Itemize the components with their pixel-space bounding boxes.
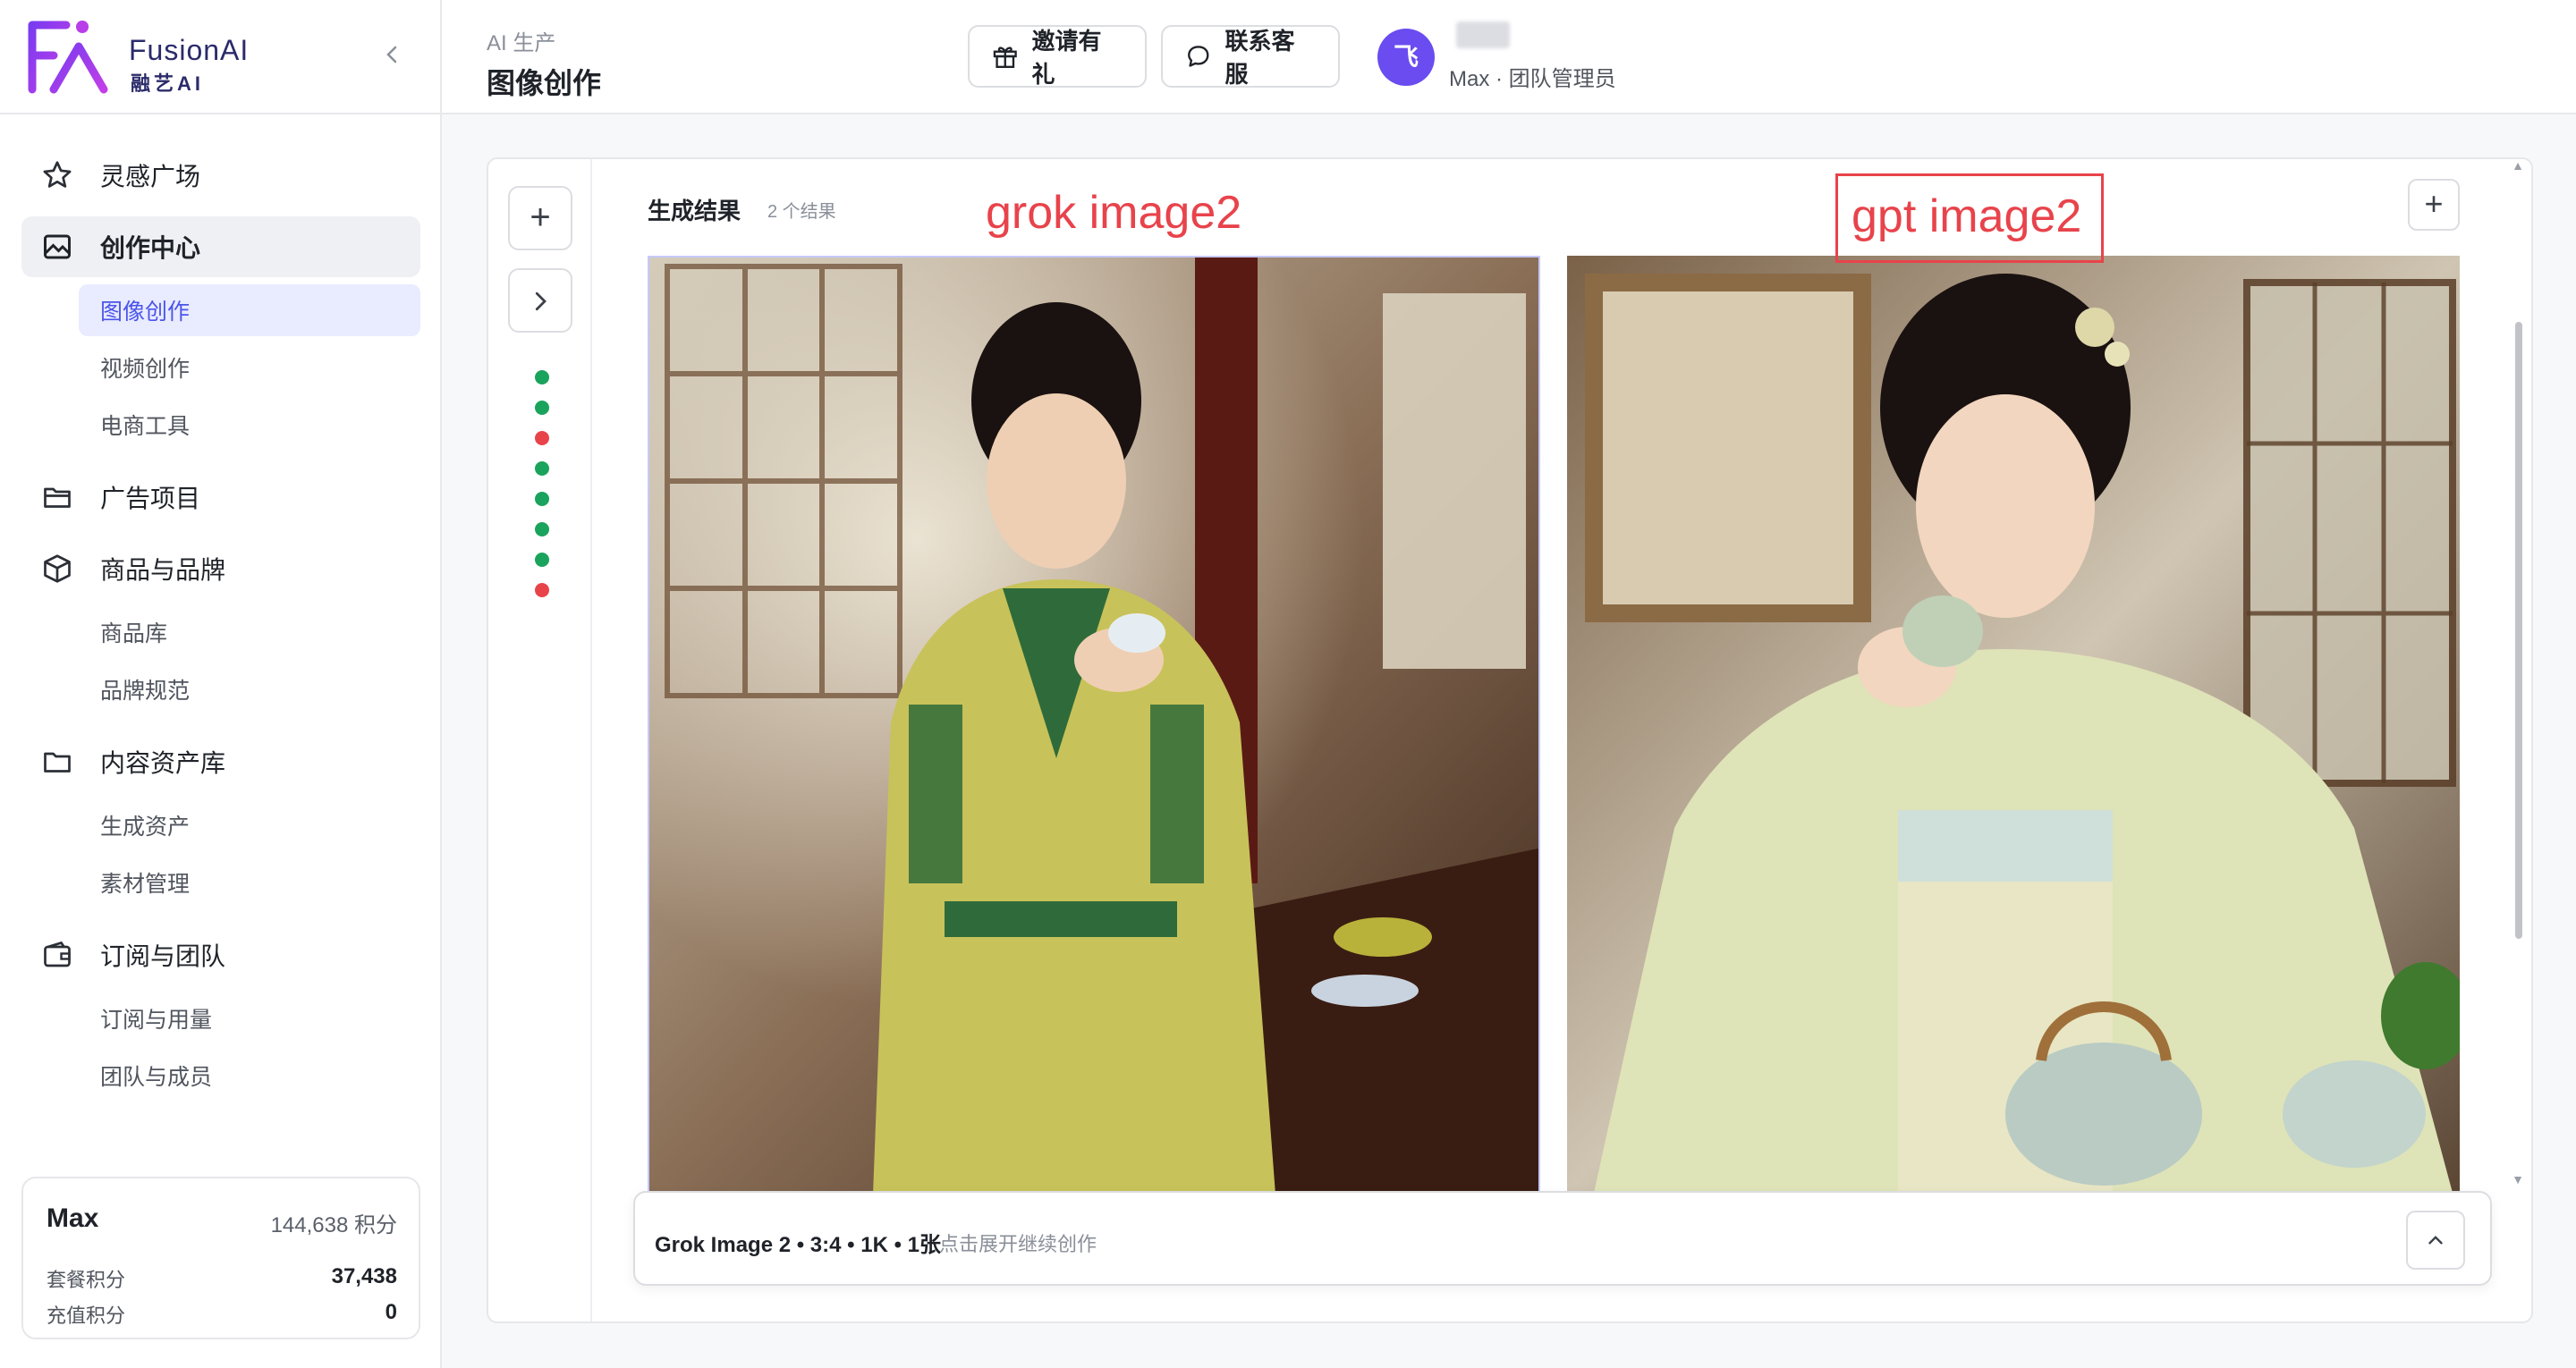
sidebar-item-ad-projects[interactable]: 广告项目 (21, 467, 420, 528)
portrait-image (1567, 256, 2460, 1193)
model-settings-summary[interactable]: Grok Image 2 • 3:4 • 1K • 1张 (655, 1227, 941, 1258)
add-result-button[interactable]: + (2408, 179, 2460, 231)
contact-support-button[interactable]: 联系客服 (1161, 25, 1340, 88)
sidebar-sub-image-creation[interactable]: 图像创作 (79, 284, 420, 336)
sidebar-sub-label: 视频创作 (100, 357, 191, 382)
sidebar-sub-label: 团队与成员 (100, 1065, 213, 1090)
plan-credits-row: 套餐积分 37,438 (47, 1264, 397, 1291)
invite-button[interactable]: 邀请有礼 (968, 25, 1147, 88)
sidebar-sub-generated-assets[interactable]: 生成资产 (79, 799, 420, 851)
scroll-down-arrow[interactable]: ▼ (2512, 1173, 2524, 1186)
sidebar-item-label: 灵感广场 (100, 163, 201, 190)
brand-name: FusionAI (129, 34, 250, 66)
task-status-dot[interactable] (535, 583, 549, 597)
composer-hint: 点击展开继续创作 (939, 1233, 1097, 1255)
results-count: 2 个结果 (767, 202, 836, 222)
chevron-left-icon (386, 46, 397, 63)
task-status-dot[interactable] (535, 522, 549, 536)
sidebar-item-label: 创作中心 (100, 234, 201, 262)
sidebar-item-products-brands[interactable]: 商品与品牌 (21, 538, 420, 599)
sidebar-sub-label: 商品库 (100, 621, 168, 646)
new-task-button[interactable]: + (508, 186, 572, 250)
sidebar-sub-product-library[interactable]: 商品库 (79, 606, 420, 658)
sidebar-sub-label: 订阅与用量 (100, 1008, 213, 1033)
image-icon (39, 229, 75, 265)
credits-card[interactable]: Max 144,638 积分 套餐积分 37,438 充值积分 0 (21, 1177, 420, 1339)
sidebar-item-inspiration[interactable]: 灵感广场 (21, 145, 420, 206)
composer-bar[interactable]: Grok Image 2 • 3:4 • 1K • 1张 点击展开继续创作 (633, 1191, 2492, 1286)
user-role: Max · 团队管理员 (1449, 67, 1616, 91)
sidebar-sub-ecommerce-tools[interactable]: 电商工具 (79, 399, 420, 451)
task-status-dot[interactable] (535, 401, 549, 415)
gift-icon (993, 46, 1017, 69)
scrollbar-thumb[interactable] (2515, 322, 2522, 939)
sidebar-sub-label: 品牌规范 (100, 679, 191, 704)
sidebar-sub-material-management[interactable]: 素材管理 (79, 857, 420, 908)
task-status-dot[interactable] (535, 461, 549, 476)
sidebar-sub-label: 图像创作 (100, 300, 191, 325)
task-status-dot[interactable] (535, 553, 549, 567)
wallet-icon (39, 937, 75, 973)
page-title: 图像创作 (487, 67, 602, 99)
task-status-dot[interactable] (535, 492, 549, 506)
scroll-up-arrow[interactable]: ▲ (2512, 159, 2524, 172)
credits-user-name: Max (47, 1203, 99, 1233)
task-status-dot[interactable] (535, 431, 549, 445)
divider (0, 113, 442, 114)
results-title: 生成结果 (648, 198, 741, 224)
fusionai-logo[interactable] (27, 16, 134, 98)
support-label: 联系客服 (1224, 28, 1295, 88)
folder-open-icon (39, 479, 75, 515)
chat-bubble-icon (1188, 46, 1209, 67)
breadcrumb[interactable]: AI 生产 (487, 25, 555, 56)
box-icon (39, 551, 75, 587)
sidebar-sub-video-creation[interactable]: 视频创作 (79, 342, 420, 393)
chevron-up-icon (2428, 1236, 2443, 1245)
star-icon (39, 157, 75, 193)
sidebar-sub-label: 电商工具 (100, 414, 191, 439)
sidebar-sub-team-members[interactable]: 团队与成员 (79, 1050, 420, 1102)
brand-subtitle: 融艺AI (131, 72, 205, 95)
topup-credits-label: 充值积分 (47, 1305, 126, 1327)
sidebar-sub-subscription-usage[interactable]: 订阅与用量 (79, 992, 420, 1044)
sidebar-sub-label: 素材管理 (100, 872, 191, 897)
topup-credits-row: 充值积分 0 (47, 1300, 397, 1327)
expand-panel-button[interactable] (508, 268, 572, 333)
portrait-image (649, 258, 1538, 1191)
chevron-right-icon (535, 291, 547, 311)
invite-label: 邀请有礼 (1031, 28, 1102, 88)
sidebar-item-content-assets[interactable]: 内容资产库 (21, 731, 420, 792)
sidebar-item-label: 订阅与团队 (100, 942, 226, 970)
sidebar-item-creation-center[interactable]: 创作中心 (21, 216, 420, 277)
expand-composer-button[interactable] (2406, 1211, 2465, 1270)
topup-credits-value: 0 (385, 1300, 397, 1324)
annotation-gpt: gpt image2 (1852, 190, 2082, 242)
sidebar-item-label: 商品与品牌 (100, 556, 226, 584)
result-image-gpt[interactable] (1567, 256, 2460, 1193)
tool-column: + (488, 159, 592, 1322)
annotation-grok: grok image2 (986, 187, 1242, 239)
task-status-dot[interactable] (535, 370, 549, 384)
username-redacted (1456, 21, 1510, 48)
sidebar-sub-label: 生成资产 (100, 815, 191, 840)
plan-credits-label: 套餐积分 (47, 1269, 126, 1291)
generation-panel: + 生成结果 2 个结果 + grok image2 gpt image2 ▲ … (487, 157, 2533, 1323)
folder-icon (39, 744, 75, 780)
sidebar-sub-brand-guidelines[interactable]: 品牌规范 (79, 663, 420, 715)
sidebar-item-subscription-team[interactable]: 订阅与团队 (21, 925, 420, 985)
credits-total: 144,638 积分 (270, 1213, 397, 1237)
plan-credits-value: 37,438 (331, 1264, 397, 1288)
avatar[interactable]: 飞 (1377, 29, 1435, 86)
sidebar-item-label: 内容资产库 (100, 749, 226, 777)
collapse-sidebar-button[interactable] (381, 41, 402, 68)
top-header: AI 生产 图像创作 邀请有礼 联系客服 飞 Max · 团队管理员 (442, 0, 2576, 114)
result-image-grok[interactable] (648, 256, 1540, 1193)
sidebar: FusionAI 融艺AI 灵感广场 创作中心 图像创作 视频创作 电商工具 广… (0, 0, 442, 1368)
sidebar-item-label: 广告项目 (100, 485, 201, 512)
